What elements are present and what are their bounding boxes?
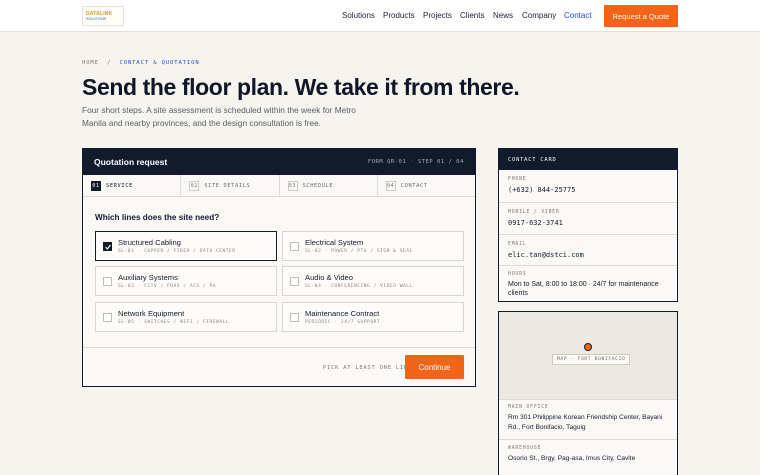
option-name: Network Equipment — [118, 309, 185, 318]
office-row-warehouse: WAREHOUSE Osorio St., Brgy. Pag-asa, Imu… — [499, 439, 677, 475]
option-code: SL-03 · CCTV / FDAS / ACS / PA — [118, 284, 216, 289]
step-tab-contact[interactable]: 04 CONTACT — [378, 175, 475, 196]
request-quote-button[interactable]: Request a Quote — [604, 5, 678, 27]
step-tabs: 01 SERVICE 02 SITE DETAILS 03 SCHEDULE 0… — [83, 175, 475, 197]
contact-label: EMAIL — [508, 242, 527, 247]
page-title: Send the floor plan. We take it from the… — [82, 74, 520, 100]
logo-mark: DATALINK SOLUTIONS — [86, 10, 120, 22]
option-code: SL-01 · COPPER / FIBER / DATA CENTER — [118, 249, 236, 254]
check-icon — [105, 244, 111, 250]
option-name: Auxiliary Systems — [118, 273, 178, 282]
option-name: Structured Cabling — [118, 238, 181, 247]
option-code: SL-05 · SWITCHES / WIFI / FIREWALL — [118, 320, 230, 325]
step-tab-schedule[interactable]: 03 SCHEDULE — [280, 175, 378, 196]
option-code: PERIODIC · 24/7 SUPPORT — [305, 320, 381, 325]
option-audio-video[interactable]: Audio & Video SL-04 · CONFERENCING / VID… — [282, 266, 464, 296]
page-subtitle: Four short steps. A site assessment is s… — [82, 105, 356, 128]
nav-news[interactable]: News — [493, 11, 513, 20]
option-maintenance-contract[interactable]: Maintenance Contract PERIODIC · 24/7 SUP… — [282, 302, 464, 332]
office-label: MAIN OFFICE — [508, 405, 549, 410]
option-name: Maintenance Contract — [305, 309, 380, 318]
step-number: 01 — [91, 180, 101, 191]
option-code: SL-04 · CONFERENCING / VIDEO WALL — [305, 284, 413, 289]
nav-solutions[interactable]: Solutions — [342, 11, 375, 20]
checkbox[interactable] — [290, 277, 299, 286]
breadcrumb-separator: / — [107, 60, 112, 66]
nav-projects[interactable]: Projects — [423, 11, 452, 20]
top-navigation-bar: DATALINK SOLUTIONS Solutions Products Pr… — [0, 0, 760, 32]
step-number: 02 — [189, 180, 200, 191]
quotation-form: Quotation request FORM QR-01 · STEP 01 /… — [82, 148, 476, 387]
office-map[interactable]: MAP · FORT BONIFACIO — [499, 312, 677, 400]
option-auxiliary-systems[interactable]: Auxiliary Systems SL-03 · CCTV / FDAS / … — [95, 266, 277, 296]
email-value[interactable]: elic.tan@dstci.com — [508, 251, 584, 259]
nav-clients[interactable]: Clients — [460, 11, 484, 20]
step-tab-service[interactable]: 01 SERVICE — [83, 175, 182, 196]
service-question: Which lines does the site need? — [95, 213, 220, 222]
checkbox[interactable] — [290, 242, 299, 251]
contact-row-hours: HOURS Mon to Sat, 8:00 to 18:00 · 24/7 f… — [499, 265, 677, 302]
nav-contact[interactable]: Contact — [564, 11, 592, 20]
nav-products[interactable]: Products — [383, 11, 415, 20]
quotation-form-header: Quotation request FORM QR-01 · STEP 01 /… — [83, 149, 475, 175]
contact-card: CONTACT CARD PHONE (+632) 844-25775 MOBI… — [498, 148, 678, 302]
step-label: SERVICE — [106, 182, 133, 189]
option-structured-cabling[interactable]: Structured Cabling SL-01 · COPPER / FIBE… — [95, 231, 277, 261]
checkbox[interactable] — [290, 313, 299, 322]
contact-label: PHONE — [508, 177, 527, 182]
step-label: CONTACT — [400, 182, 428, 189]
contact-row-mobile: MOBILE / VIBER 0917-632-3741 — [499, 202, 677, 234]
breadcrumb-home[interactable]: HOME — [82, 60, 99, 66]
mobile-value[interactable]: 0917-632-3741 — [508, 219, 563, 227]
contact-label: HOURS — [508, 272, 527, 277]
step-label: SITE DETAILS — [204, 182, 251, 189]
breadcrumb: HOME / CONTACT & QUOTATION — [82, 60, 200, 66]
checkbox[interactable] — [103, 313, 112, 322]
checkbox[interactable] — [103, 277, 112, 286]
map-pin-icon[interactable] — [584, 343, 592, 351]
office-row-main: MAIN OFFICE Rm 301 Philippine Korean Fri… — [499, 401, 677, 441]
breadcrumb-current: CONTACT & QUOTATION — [119, 60, 200, 66]
warehouse-address: Osorio St., Brgy. Pag-asa, Imus City, Ca… — [508, 455, 636, 462]
option-network-equipment[interactable]: Network Equipment SL-05 · SWITCHES / WIF… — [95, 302, 277, 332]
step-label: SCHEDULE — [302, 182, 334, 189]
nav-company[interactable]: Company — [522, 11, 556, 20]
checkbox-checked[interactable] — [103, 242, 112, 251]
option-name: Audio & Video — [305, 273, 353, 282]
contact-card-title: CONTACT CARD — [499, 149, 677, 170]
step-number: 04 — [385, 180, 396, 191]
option-code: SL-02 · POWER / PTO / SIGN & SEAL — [305, 249, 413, 254]
quotation-form-title: Quotation request — [94, 157, 168, 167]
office-label: WAREHOUSE — [508, 446, 542, 451]
continue-button[interactable]: Continue — [405, 355, 464, 379]
contact-row-phone: PHONE (+632) 844-25775 — [499, 170, 677, 202]
hours-value: Mon to Sat, 8:00 to 18:00 · 24/7 for mai… — [508, 281, 659, 297]
company-logo[interactable]: DATALINK SOLUTIONS — [82, 6, 124, 26]
logo-subtext: SOLUTIONS — [86, 17, 107, 21]
office-locations-card: MAP · FORT BONIFACIO MAIN OFFICE Rm 301 … — [498, 311, 678, 475]
contact-label: MOBILE / VIBER — [508, 210, 560, 215]
phone-value[interactable]: (+632) 844-25775 — [508, 186, 575, 194]
selection-hint: PICK AT LEAST ONE LINE — [323, 365, 412, 371]
form-step-meta: FORM QR-01 · STEP 01 / 04 — [367, 159, 464, 165]
option-name: Electrical System — [305, 238, 364, 247]
map-location-tag: MAP · FORT BONIFACIO — [552, 354, 631, 365]
step-tab-site-details[interactable]: 02 SITE DETAILS — [181, 175, 280, 196]
quotation-form-footer: PICK AT LEAST ONE LINE Continue — [83, 347, 475, 387]
main-office-address: Rm 301 Philippine Korean Friendship Cent… — [508, 414, 663, 431]
option-electrical-system[interactable]: Electrical System SL-02 · POWER / PTO / … — [282, 231, 464, 261]
step-number: 03 — [287, 180, 298, 191]
contact-row-email: EMAIL elic.tan@dstci.com — [499, 234, 677, 265]
